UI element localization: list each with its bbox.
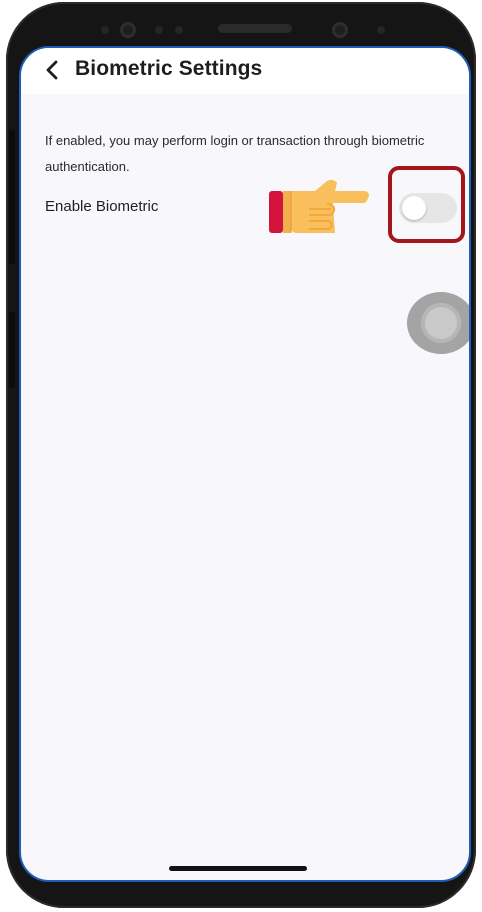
home-indicator[interactable] [169,866,307,871]
app-header: Biometric Settings [21,48,469,94]
toggle-knob [402,196,426,220]
phone-screen: Biometric Settings If enabled, you may p… [19,46,471,882]
app-screen: Biometric Settings If enabled, you may p… [19,46,471,882]
page-title: Biometric Settings [75,57,263,80]
chevron-left-icon [46,60,58,80]
assistive-touch-button[interactable] [407,292,469,354]
sensor-dot [377,26,385,34]
side-button [9,312,15,388]
side-button [9,130,15,264]
back-button[interactable] [38,56,66,84]
front-camera [332,22,348,38]
earpiece-speaker [218,24,292,33]
sensor-dot [175,26,183,34]
sensor-dot [101,26,109,34]
enable-biometric-label: Enable Biometric [45,198,159,215]
sensor-dot [155,26,163,34]
pointing-hand-icon [269,179,369,233]
sensor-camera [120,22,136,38]
enable-biometric-toggle[interactable] [399,193,457,223]
assistive-touch-icon [421,303,461,343]
phone-sensor-bar [6,2,476,48]
